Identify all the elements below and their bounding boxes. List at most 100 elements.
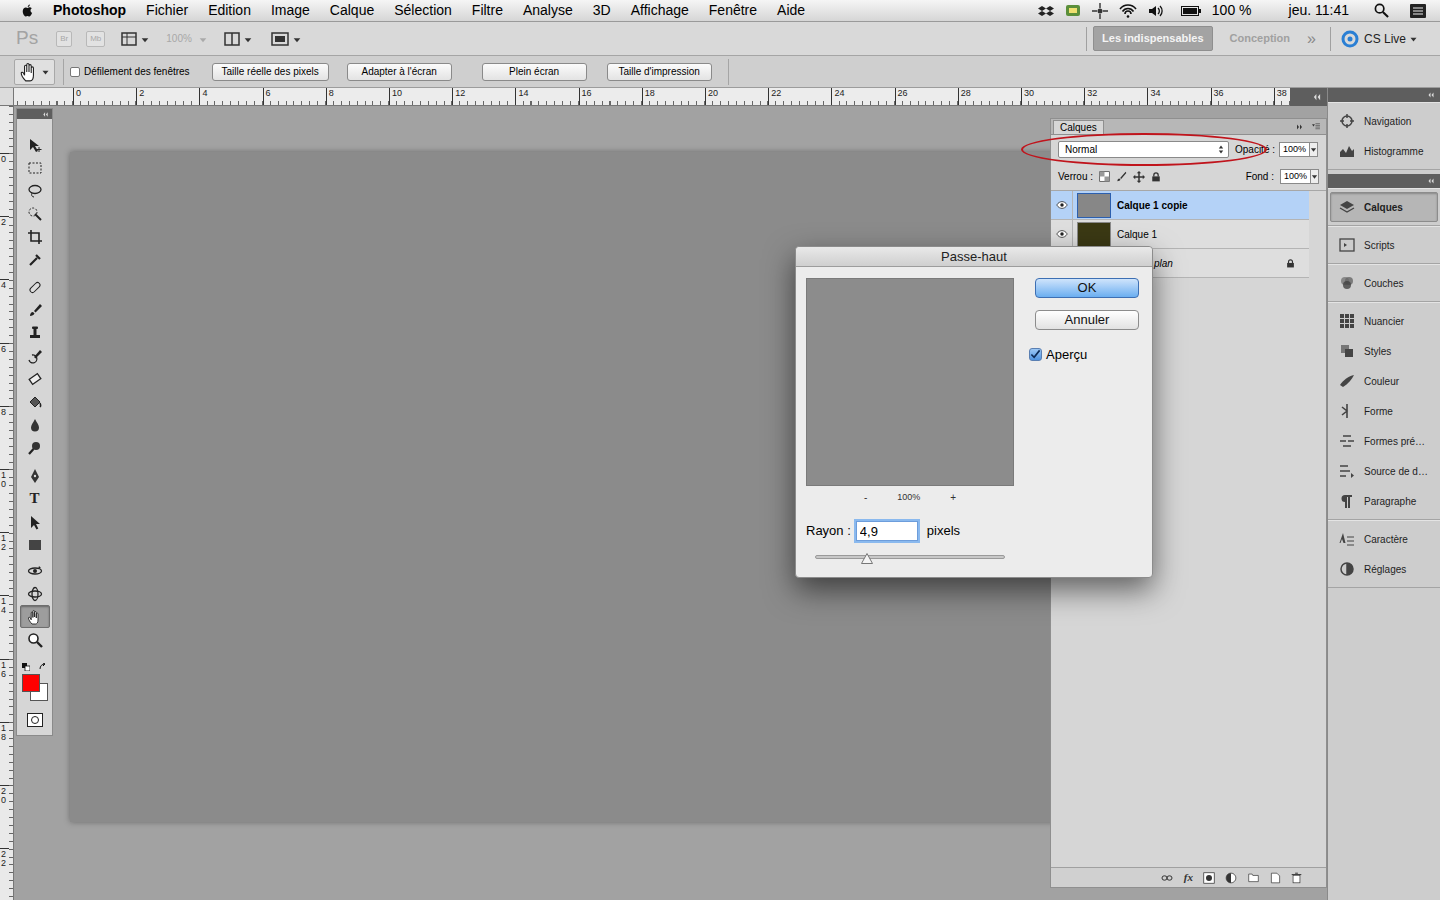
- layer-thumbnail[interactable]: [1077, 222, 1111, 247]
- tool-button[interactable]: [20, 628, 50, 651]
- radius-slider[interactable]: [815, 555, 1005, 559]
- panel-icon[interactable]: [1339, 113, 1355, 129]
- tool-preset-picker[interactable]: [14, 59, 55, 85]
- dock-panel-button[interactable]: Réglages: [1330, 554, 1438, 584]
- tool-button[interactable]: [20, 533, 50, 556]
- cancel-button[interactable]: Annuler: [1035, 310, 1139, 330]
- view-extras-icon[interactable]: [121, 32, 137, 46]
- tool-button[interactable]: [20, 275, 50, 298]
- menu-item[interactable]: Affichage: [621, 0, 699, 21]
- lock-transparency-icon[interactable]: [1099, 171, 1110, 182]
- scroll-all-checkbox[interactable]: [70, 67, 80, 77]
- dock-panel-label[interactable]: Navigation: [1364, 114, 1411, 129]
- collapse-dock-icon[interactable]: [1426, 91, 1436, 99]
- dock-panel-label[interactable]: Caractère: [1364, 532, 1408, 547]
- menu-item[interactable]: 3D: [583, 0, 621, 21]
- dock-panel-button[interactable]: Histogramme: [1330, 136, 1438, 166]
- tool-icon[interactable]: [27, 563, 43, 579]
- type-tool-icon[interactable]: T: [29, 491, 39, 506]
- new-layer-icon[interactable]: [1270, 872, 1281, 884]
- ok-button[interactable]: OK: [1035, 278, 1139, 298]
- panel-icon[interactable]: [1339, 313, 1355, 329]
- tool-icon[interactable]: [27, 137, 43, 153]
- dock-panel-label[interactable]: Réglages: [1364, 562, 1406, 577]
- tool-icon[interactable]: [27, 371, 43, 387]
- tool-button[interactable]: [20, 344, 50, 367]
- visibility-cell[interactable]: [1051, 220, 1073, 248]
- opacity-input[interactable]: 100%: [1279, 142, 1310, 157]
- workspace-tab[interactable]: Conception: [1221, 26, 1300, 51]
- panel-icon[interactable]: [1339, 275, 1355, 291]
- zoom-option-button[interactable]: Taille d'impression: [607, 63, 712, 81]
- tool-icon[interactable]: [27, 468, 43, 484]
- dropdown-caret-icon[interactable]: [41, 67, 50, 76]
- menu-item[interactable]: Aide: [767, 0, 815, 21]
- dock-panel-label[interactable]: Couleur: [1364, 374, 1399, 389]
- tool-button[interactable]: [20, 390, 50, 413]
- bridge-button[interactable]: Br: [56, 31, 72, 47]
- menu-item[interactable]: Edition: [198, 0, 261, 21]
- tool-icon[interactable]: [27, 537, 43, 553]
- tool-icon[interactable]: [27, 514, 43, 530]
- preview-label[interactable]: Aperçu: [1046, 345, 1087, 365]
- layer-name[interactable]: plan: [1154, 256, 1173, 271]
- hand-tool-icon[interactable]: [19, 62, 39, 82]
- dock-panel-label[interactable]: Calques: [1364, 200, 1403, 215]
- layer-thumbnail[interactable]: [1077, 193, 1111, 218]
- tool-button[interactable]: [20, 436, 50, 459]
- dock-panel-button[interactable]: Styles: [1330, 336, 1438, 366]
- panel-collapse-bar[interactable]: [1290, 88, 1327, 106]
- visibility-cell[interactable]: [1051, 191, 1073, 219]
- scroll-all-label[interactable]: Défilement des fenêtres: [84, 64, 190, 79]
- dropdown-caret-icon[interactable]: [198, 34, 208, 44]
- dock-panel-button[interactable]: Navigation: [1330, 106, 1438, 136]
- tool-icon[interactable]: [27, 348, 43, 364]
- panel-icon[interactable]: [1339, 493, 1355, 509]
- tool-icon[interactable]: [27, 417, 43, 433]
- dock-panel-button[interactable]: Caractère: [1330, 524, 1438, 554]
- dock-panel-button[interactable]: Calques: [1330, 192, 1438, 222]
- notification-list-icon[interactable]: [1410, 4, 1426, 18]
- radius-input[interactable]: [856, 521, 918, 541]
- panel-icon[interactable]: [1339, 373, 1355, 389]
- zoom-option-button[interactable]: Taille réelle des pixels: [212, 63, 329, 81]
- tool-icon[interactable]: [27, 279, 43, 295]
- wifi-icon[interactable]: [1119, 4, 1137, 18]
- arrange-documents-icon[interactable]: [224, 32, 240, 46]
- dock-panel-button[interactable]: Paragraphe: [1330, 486, 1438, 516]
- dock-panel-button[interactable]: Scripts: [1330, 230, 1438, 260]
- tool-button[interactable]: [20, 225, 50, 248]
- opacity-field[interactable]: 100%: [1279, 142, 1318, 157]
- tool-button[interactable]: [20, 413, 50, 436]
- tool-button[interactable]: T: [20, 487, 50, 510]
- apple-icon[interactable]: [20, 2, 35, 19]
- network-icon[interactable]: [1092, 3, 1108, 19]
- dock-panel-label[interactable]: Paragraphe: [1364, 494, 1416, 509]
- eye-icon[interactable]: [1056, 199, 1068, 211]
- dock-panel-button[interactable]: Nuancier: [1330, 306, 1438, 336]
- tool-button[interactable]: [20, 464, 50, 487]
- dock-column-header[interactable]: [1328, 174, 1440, 188]
- dock-panel-label[interactable]: Couches: [1364, 276, 1403, 291]
- layer-name[interactable]: Calque 1 copie: [1117, 198, 1188, 213]
- dropdown-caret-icon[interactable]: [1311, 169, 1319, 184]
- tool-button[interactable]: [20, 179, 50, 202]
- sync-icon[interactable]: [1065, 3, 1081, 19]
- layer-style-button[interactable]: fx: [1184, 872, 1193, 883]
- tool-icon[interactable]: [27, 440, 43, 456]
- battery-icon[interactable]: [1181, 6, 1201, 16]
- dock-panel-button[interactable]: Formes pré…: [1330, 426, 1438, 456]
- zoom-out-button[interactable]: -: [864, 490, 867, 505]
- delete-layer-icon[interactable]: [1291, 872, 1302, 884]
- dock-panel-label[interactable]: Formes pré…: [1364, 434, 1425, 449]
- layers-tab[interactable]: Calques: [1053, 120, 1104, 134]
- menu-item[interactable]: Fichier: [136, 0, 198, 21]
- panel-icon[interactable]: [1339, 561, 1355, 577]
- workspace-tab[interactable]: Les indispensables: [1093, 26, 1212, 51]
- preview-checkbox-row[interactable]: Aperçu: [1029, 345, 1139, 365]
- dock-panel-label[interactable]: Nuancier: [1364, 314, 1404, 329]
- menu-item[interactable]: Filtre: [462, 0, 513, 21]
- collapse-panels-icon[interactable]: [1311, 92, 1323, 102]
- dock-panel-button[interactable]: Forme: [1330, 396, 1438, 426]
- more-workspaces-button[interactable]: »: [1307, 31, 1316, 47]
